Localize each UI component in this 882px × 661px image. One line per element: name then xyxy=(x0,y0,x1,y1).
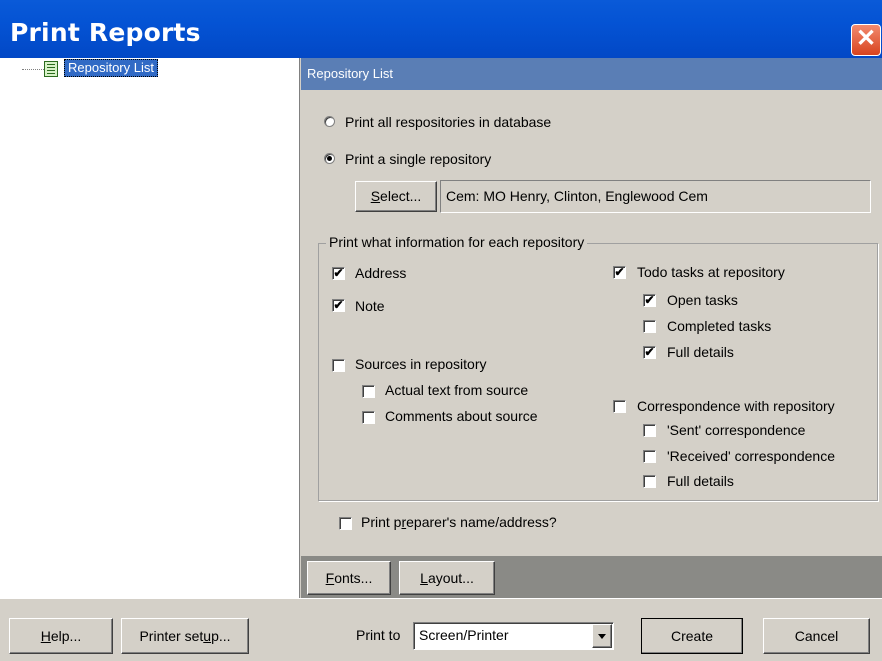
open-tasks-label[interactable]: Open tasks xyxy=(667,292,738,308)
printer-setup-accel: u xyxy=(203,628,212,644)
help-button-accel: H xyxy=(40,628,51,644)
radio-print-all[interactable] xyxy=(324,116,335,127)
correspondence-full-details-checkbox[interactable] xyxy=(643,475,656,488)
print-to-value: Screen/Printer xyxy=(419,627,509,643)
todo-label[interactable]: Todo tasks at repository xyxy=(637,264,785,280)
radio-print-single-label[interactable]: Print a single repository xyxy=(345,151,491,167)
fonts-button-label: onts... xyxy=(334,570,373,586)
cancel-button[interactable]: Cancel xyxy=(763,618,870,654)
received-correspondence-label[interactable]: 'Received' correspondence xyxy=(667,448,835,464)
address-checkbox[interactable]: ✔ xyxy=(332,267,345,280)
report-tree: Repository List xyxy=(0,58,300,598)
address-label[interactable]: Address xyxy=(355,265,406,281)
layout-button[interactable]: Layout... xyxy=(399,561,495,595)
radio-print-single[interactable] xyxy=(324,153,335,164)
todo-full-details-label[interactable]: Full details xyxy=(667,344,734,360)
create-button[interactable]: Create xyxy=(641,618,743,654)
tree-item-repository-list[interactable]: Repository List xyxy=(64,59,158,77)
layout-button-label: ayout... xyxy=(427,570,474,586)
preparer-label[interactable]: Print preparer's name/address? xyxy=(361,514,557,530)
sent-correspondence-label[interactable]: 'Sent' correspondence xyxy=(667,422,805,438)
preparer-checkbox[interactable] xyxy=(339,517,352,530)
received-correspondence-checkbox[interactable] xyxy=(643,450,656,463)
fonts-button-accel: F xyxy=(325,570,335,586)
preparer-label-pre: Print p xyxy=(361,514,402,530)
note-checkbox[interactable]: ✔ xyxy=(332,299,345,312)
actual-text-checkbox[interactable] xyxy=(362,385,375,398)
help-button[interactable]: Help... xyxy=(9,618,113,654)
todo-checkbox[interactable]: ✔ xyxy=(613,266,626,279)
layout-button-accel: L xyxy=(420,570,428,586)
radio-print-all-label[interactable]: Print all respositories in database xyxy=(345,114,551,130)
comments-label[interactable]: Comments about source xyxy=(385,408,538,424)
chevron-down-icon xyxy=(598,634,606,639)
correspondence-checkbox[interactable] xyxy=(613,400,626,413)
info-groupbox-title: Print what information for each reposito… xyxy=(326,234,588,250)
sources-checkbox[interactable] xyxy=(332,359,345,372)
select-button-accel: S xyxy=(370,188,381,204)
print-to-dropdown[interactable]: Screen/Printer xyxy=(413,622,614,650)
fonts-button[interactable]: Fonts... xyxy=(307,561,391,595)
close-button[interactable]: ✕ xyxy=(851,24,881,56)
printer-setup-button[interactable]: Printer setup... xyxy=(121,618,249,654)
printer-setup-label-post: p... xyxy=(211,628,231,644)
title-bar: Print Reports ✕ xyxy=(0,0,882,58)
completed-tasks-checkbox[interactable] xyxy=(643,320,656,333)
preparer-label-post: eparer's name/address? xyxy=(406,514,557,530)
open-tasks-checkbox[interactable]: ✔ xyxy=(643,294,656,307)
correspondence-label[interactable]: Correspondence with repository xyxy=(637,398,835,414)
tree-connector xyxy=(22,69,44,70)
comments-checkbox[interactable] xyxy=(362,411,375,424)
help-button-label: elp... xyxy=(50,628,82,644)
select-button[interactable]: Select... xyxy=(355,181,437,212)
select-button-label: elect... xyxy=(380,188,422,204)
sources-label[interactable]: Sources in repository xyxy=(355,356,487,372)
todo-full-details-checkbox[interactable]: ✔ xyxy=(643,346,656,359)
window-title: Print Reports xyxy=(10,18,201,47)
actual-text-label[interactable]: Actual text from source xyxy=(385,382,528,398)
note-label[interactable]: Note xyxy=(355,298,385,314)
selected-repository-field: Cem: MO Henry, Clinton, Englewood Cem xyxy=(440,180,871,213)
completed-tasks-label[interactable]: Completed tasks xyxy=(667,318,771,334)
report-icon xyxy=(44,61,58,77)
correspondence-full-details-label[interactable]: Full details xyxy=(667,473,734,489)
printer-setup-label-pre: Printer set xyxy=(139,628,204,644)
dropdown-arrow-button[interactable] xyxy=(592,624,612,648)
print-to-label: Print to xyxy=(356,627,401,643)
panel-header: Repository List xyxy=(301,58,882,90)
sent-correspondence-checkbox[interactable] xyxy=(643,424,656,437)
